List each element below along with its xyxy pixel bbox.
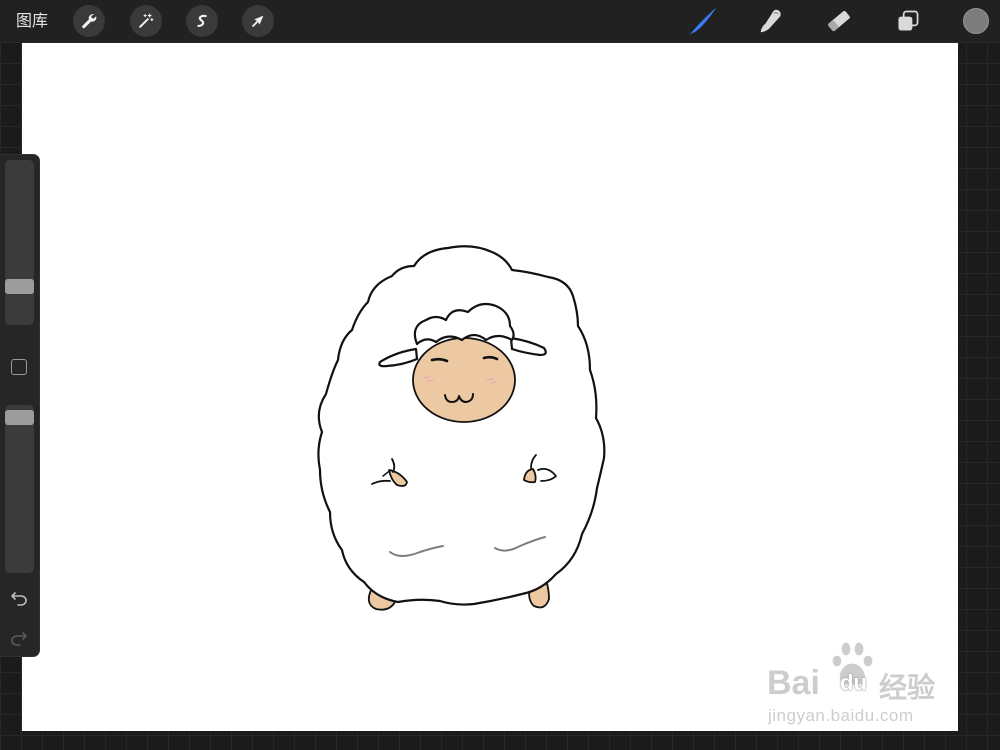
eraser-tool-button[interactable] — [822, 4, 856, 38]
brush-size-slider-thumb[interactable] — [5, 278, 34, 294]
selection-icon — [197, 14, 207, 28]
sheep-right-hand — [523, 454, 557, 484]
sheep-eyes — [430, 355, 499, 363]
layers-button[interactable] — [891, 4, 925, 38]
transform-button[interactable] — [242, 5, 274, 37]
wrench-icon — [82, 14, 97, 29]
adjustments-button[interactable] — [130, 5, 162, 37]
modify-button[interactable] — [11, 359, 27, 375]
selection-button[interactable] — [186, 5, 218, 37]
sheep-body — [317, 245, 606, 606]
brush-tool-button[interactable] — [686, 4, 720, 38]
drawing-canvas[interactable] — [22, 43, 958, 731]
sheep-blush — [423, 376, 497, 384]
brush-size-slider[interactable] — [5, 160, 34, 325]
eraser-icon — [828, 10, 850, 32]
sheep-left-hand — [371, 458, 408, 487]
sheep-drawing — [317, 245, 606, 611]
gallery-button[interactable]: 图库 — [16, 9, 60, 33]
sheep-feet — [367, 579, 550, 611]
smudge-icon — [760, 9, 781, 33]
sheep-fold-lines — [389, 536, 546, 557]
undo-icon — [11, 592, 27, 606]
sheep-face — [412, 337, 516, 423]
sheep-mouth — [444, 393, 474, 403]
opacity-slider[interactable] — [5, 405, 34, 573]
actions-button[interactable] — [73, 5, 105, 37]
color-picker-button[interactable] — [963, 8, 989, 34]
magic-wand-icon — [139, 13, 154, 28]
sheep-head-fluff — [413, 302, 515, 346]
opacity-slider-thumb[interactable] — [5, 409, 34, 425]
drawing-app: 图库 Bai du 经验 jingyan.baidu.com — [0, 0, 1000, 750]
top-toolbar: 图库 — [0, 0, 1000, 42]
redo-button[interactable] — [9, 628, 29, 648]
sheep-ears — [378, 336, 547, 368]
brush-icon — [690, 8, 716, 34]
left-sidebar — [0, 155, 39, 656]
layers-icon — [898, 10, 919, 31]
transform-arrow-icon — [252, 15, 264, 27]
undo-button[interactable] — [9, 588, 29, 608]
smudge-tool-button[interactable] — [754, 4, 788, 38]
redo-icon — [11, 632, 27, 646]
